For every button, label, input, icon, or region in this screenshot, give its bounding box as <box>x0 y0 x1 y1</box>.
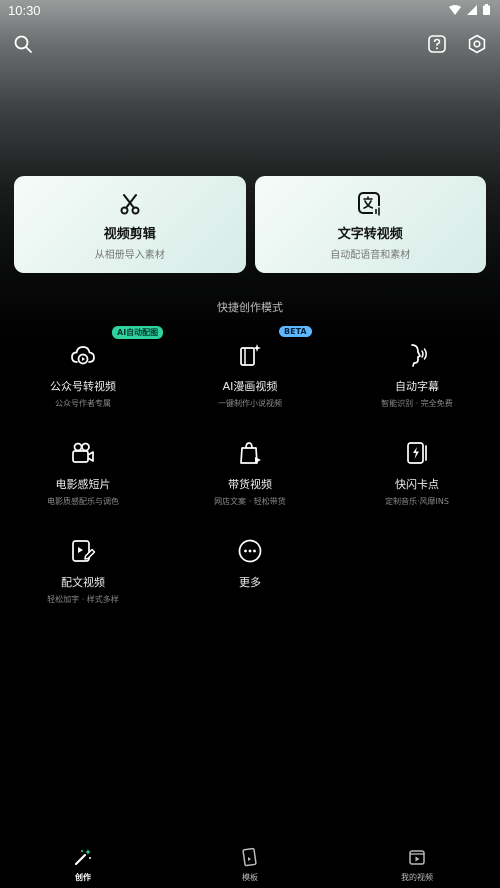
tool-flash-beat[interactable]: 快闪卡点 定制音乐·风靡INS <box>334 428 500 507</box>
tool-subtitle: 轻松加字 · 样式多样 <box>47 595 119 604</box>
video-folder-icon <box>334 846 500 868</box>
search-icon[interactable] <box>11 32 35 56</box>
cloud-convert-icon <box>0 342 166 368</box>
tool-title: 公众号转视频 <box>50 380 116 393</box>
template-icon <box>167 846 333 868</box>
tool-title: 更多 <box>239 576 261 589</box>
beta-badge: BETA <box>279 326 312 337</box>
status-bar: 10:30 <box>0 0 500 22</box>
help-icon[interactable] <box>425 32 449 56</box>
scissors-icon <box>118 191 142 217</box>
tool-more[interactable]: 更多 <box>167 526 333 590</box>
signal-icon <box>467 4 477 15</box>
tool-official-account-to-video[interactable]: AI自动配图 公众号转视频 公众号作者专属 <box>0 326 166 409</box>
card-title: 文字转视频 <box>337 226 403 242</box>
tool-title: 自动字幕 <box>395 380 439 393</box>
tab-label: 创作 <box>75 873 91 882</box>
tab-templates[interactable]: 模板 <box>167 840 333 883</box>
tab-label: 模板 <box>242 873 258 882</box>
video-edit-card[interactable]: 视频剪辑 从相册导入素材 <box>14 176 246 273</box>
card-title: 视频剪辑 <box>103 226 156 242</box>
tool-title: 配文视频 <box>61 576 105 589</box>
tab-my-videos[interactable]: 我的视频 <box>334 840 500 883</box>
wifi-icon <box>449 4 461 15</box>
tool-subtitle: 定制音乐·风靡INS <box>385 497 449 506</box>
tool-ai-comic-video[interactable]: BETA AI漫画视频 一键制作小说视频 <box>167 326 333 409</box>
card-subtitle: 自动配语音和素材 <box>330 249 411 261</box>
top-bar <box>0 32 500 56</box>
text-to-video-card[interactable]: 文字转视频 自动配语音和素材 <box>254 176 486 273</box>
tool-subtitle: 电影质感配乐与调色 <box>47 497 119 506</box>
status-icons <box>449 4 490 15</box>
tool-subtitle: 智能识别 · 完全免费 <box>381 399 453 408</box>
settings-icon[interactable] <box>465 32 489 56</box>
section-title: 快捷创作模式 <box>217 301 283 314</box>
tool-subtitle: 网店文案 · 轻松带货 <box>214 497 286 506</box>
tool-product-video[interactable]: 带货视频 网店文案 · 轻松带货 <box>167 428 333 507</box>
magic-wand-icon <box>0 846 166 868</box>
edit-play-icon <box>0 538 166 564</box>
tool-caption-video[interactable]: 配文视频 轻松加字 · 样式多样 <box>0 526 166 605</box>
book-sparkle-icon <box>167 342 333 368</box>
flash-card-icon <box>334 440 500 466</box>
voice-head-icon <box>334 342 500 368</box>
main-actions: 视频剪辑 从相册导入素材 文字转视频 自动配语音和素材 <box>14 176 486 273</box>
status-time: 10:30 <box>8 3 41 18</box>
tab-label: 我的视频 <box>401 873 433 882</box>
bottom-tab-bar: 创作 模板 我的视频 <box>0 840 500 888</box>
ai-badge: AI自动配图 <box>112 326 164 339</box>
text-to-video-icon <box>357 191 383 217</box>
movie-camera-icon <box>0 440 166 466</box>
battery-icon <box>483 4 490 15</box>
tab-create[interactable]: 创作 <box>0 840 166 883</box>
card-subtitle: 从相册导入素材 <box>94 249 165 261</box>
tool-title: 电影感短片 <box>55 478 111 491</box>
more-icon <box>167 538 333 564</box>
tool-cinematic-short[interactable]: 电影感短片 电影质感配乐与调色 <box>0 428 166 507</box>
tool-subtitle: 一键制作小说视频 <box>218 399 282 408</box>
shopping-bag-icon <box>167 440 333 466</box>
tool-auto-subtitle[interactable]: 自动字幕 智能识别 · 完全免费 <box>334 330 500 409</box>
tool-subtitle: 公众号作者专属 <box>55 399 111 408</box>
tool-title: 快闪卡点 <box>395 478 439 491</box>
tool-title: AI漫画视频 <box>222 380 278 393</box>
tool-title: 带货视频 <box>228 478 272 491</box>
